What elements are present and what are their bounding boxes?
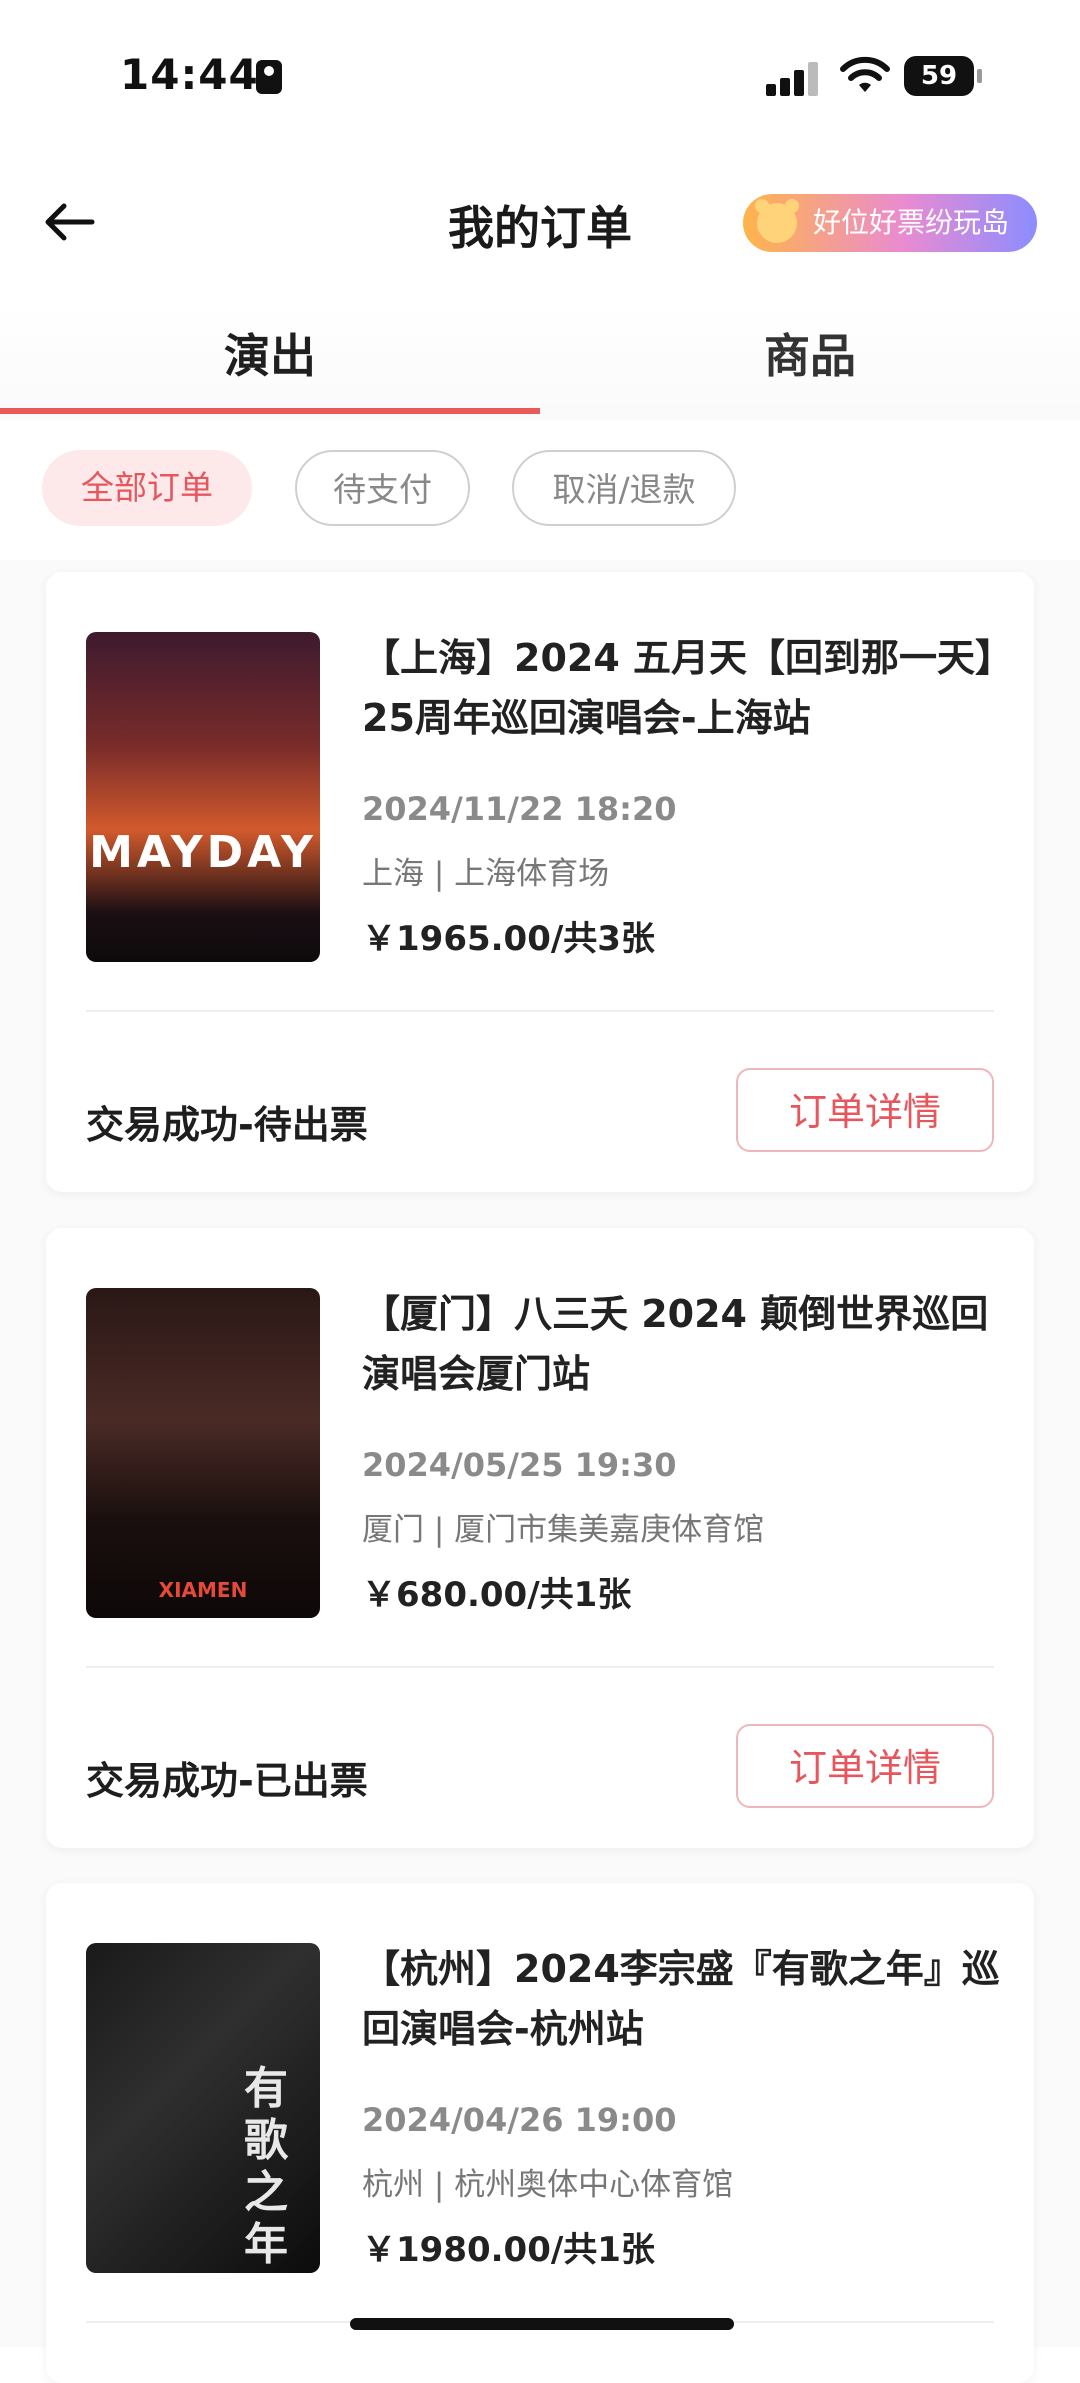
event-datetime: 2024/05/25 19:30	[362, 1446, 677, 1484]
tab-goods[interactable]: 商品	[540, 320, 1080, 386]
event-poster[interactable]: XIAMEN	[86, 1288, 320, 1618]
wifi-icon	[840, 56, 890, 92]
event-poster[interactable]: 有歌之年	[86, 1943, 320, 2273]
filter-bar: 全部订单 待支付 取消/退款	[0, 450, 1080, 530]
order-info: 【厦门】八三夭 2024 颠倒世界巡回演唱会厦门站 2024/05/25 19:…	[362, 1284, 1002, 1616]
order-card[interactable]: MAYDAY 【上海】2024 五月天【回到那一天】25周年巡回演唱会-上海站 …	[46, 572, 1034, 1192]
promo-badge[interactable]: 好位好票纷玩岛	[743, 194, 1037, 252]
event-datetime: 2024/11/22 18:20	[362, 790, 677, 828]
nav-bar: 我的订单 好位好票纷玩岛	[0, 170, 1080, 280]
battery-icon: 59	[904, 56, 982, 96]
cellular-signal-icon	[766, 62, 822, 96]
order-price: ￥1980.00/共1张	[362, 2230, 655, 2270]
poster-title: MAYDAY	[89, 827, 317, 878]
order-info: 【上海】2024 五月天【回到那一天】25周年巡回演唱会-上海站 2024/11…	[362, 628, 1002, 960]
order-price: ￥1965.00/共3张	[362, 919, 655, 959]
poster-title: 有歌之年	[244, 2063, 288, 2270]
event-title: 【上海】2024 五月天【回到那一天】25周年巡回演唱会-上海站	[362, 636, 994, 740]
order-status: 交易成功-待出票	[86, 1103, 368, 1147]
filter-cancel-refund[interactable]: 取消/退款	[512, 450, 736, 526]
tab-bar: 演出 商品	[0, 300, 1080, 420]
order-card[interactable]: 有歌之年 【杭州】2024李宗盛『有歌之年』巡回演唱会-杭州站 2024/04/…	[46, 1883, 1034, 2383]
event-poster[interactable]: MAYDAY	[86, 632, 320, 962]
contact-card-icon	[256, 60, 282, 94]
order-detail-button[interactable]: 订单详情	[736, 1724, 994, 1808]
divider	[86, 1010, 994, 1012]
status-time: 14:44	[120, 50, 259, 99]
event-venue: 上海 | 上海体育场	[362, 856, 610, 892]
filter-all-orders[interactable]: 全部订单	[42, 450, 252, 526]
status-bar: 14:44 59	[0, 0, 1080, 150]
order-price: ￥680.00/共1张	[362, 1575, 632, 1615]
order-status: 交易成功-已出票	[86, 1759, 368, 1803]
event-title: 【厦门】八三夭 2024 颠倒世界巡回演唱会厦门站	[362, 1292, 989, 1396]
order-card[interactable]: XIAMEN 【厦门】八三夭 2024 颠倒世界巡回演唱会厦门站 2024/05…	[46, 1228, 1034, 1848]
order-info: 【杭州】2024李宗盛『有歌之年』巡回演唱会-杭州站 2024/04/26 19…	[362, 1939, 1002, 2271]
bear-icon	[755, 199, 799, 243]
event-datetime: 2024/04/26 19:00	[362, 2101, 677, 2139]
home-indicator[interactable]	[350, 2318, 734, 2330]
order-detail-button[interactable]: 订单详情	[736, 1068, 994, 1152]
promo-label: 好位好票纷玩岛	[813, 206, 1010, 239]
poster-title: XIAMEN	[158, 1578, 248, 1602]
tab-shows[interactable]: 演出	[0, 320, 540, 386]
filter-pending-payment[interactable]: 待支付	[295, 450, 470, 526]
event-venue: 厦门 | 厦门市集美嘉庚体育馆	[362, 1512, 765, 1548]
divider	[86, 1666, 994, 1668]
event-title: 【杭州】2024李宗盛『有歌之年』巡回演唱会-杭州站	[362, 1947, 1000, 2051]
event-venue: 杭州 | 杭州奥体中心体育馆	[362, 2167, 734, 2203]
active-tab-indicator	[0, 408, 540, 414]
